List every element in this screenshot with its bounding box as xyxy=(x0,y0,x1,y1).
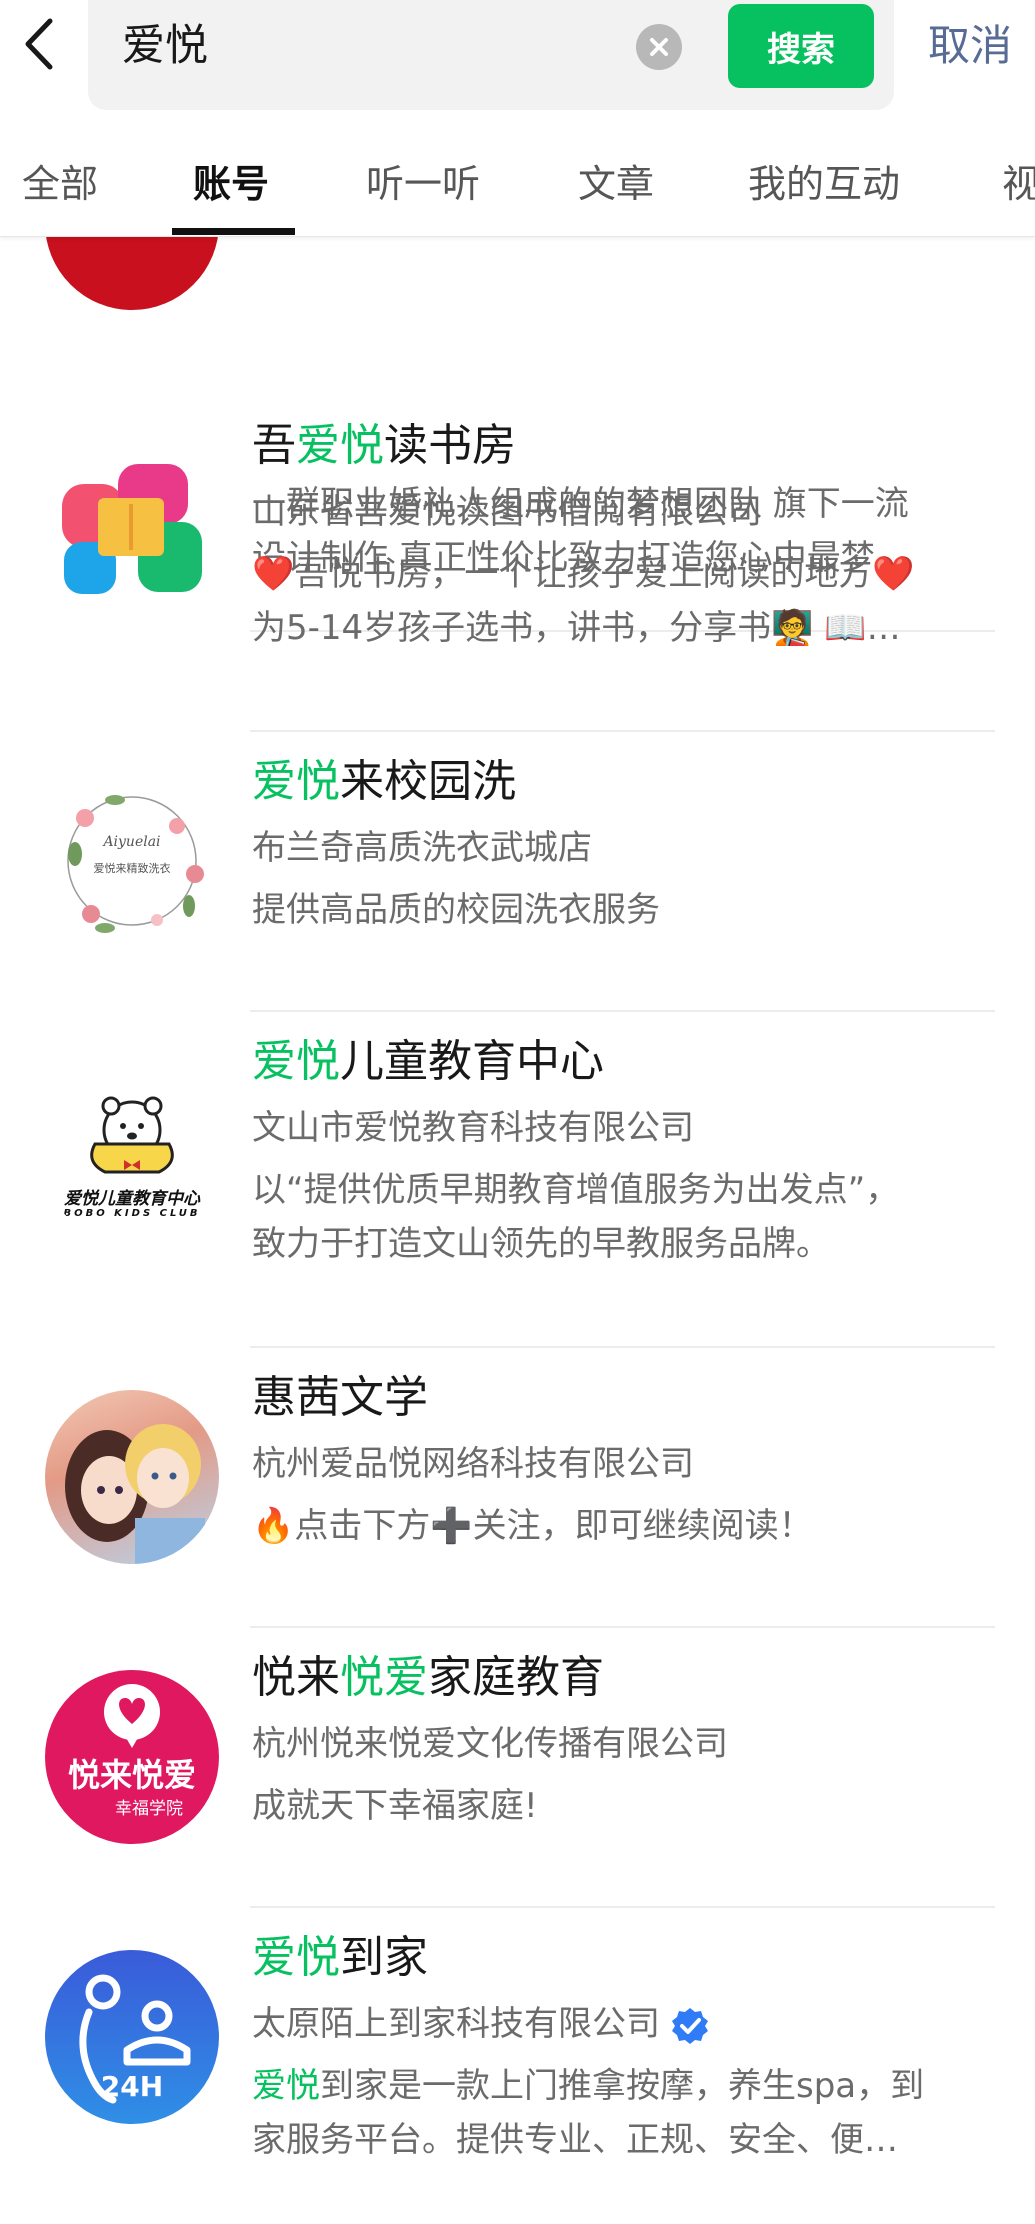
account-description-line: 🔥点击下方➕关注，即可继续阅读！ xyxy=(252,1506,813,1546)
account-name: 惠茜文学 xyxy=(252,1366,428,1430)
account-description-line: ❤️吾悦书房，一个让孩子爱上阅读的地方❤️ xyxy=(252,554,915,594)
account-name-part: 来校园洗 xyxy=(340,756,516,807)
tab-articles[interactable]: 文章 xyxy=(578,156,654,212)
account-company: 太原陌上到家科技有限公司 xyxy=(252,1998,710,2050)
book-logo-icon xyxy=(62,464,202,594)
search-bar: 爱悦 搜索 取消 xyxy=(0,0,1035,132)
account-avatar xyxy=(45,1390,219,1564)
account-name-part: 悦来 xyxy=(252,1652,340,1703)
account-description-line: 爱悦到家是一款上门推拿按摩，养生spa，到 xyxy=(252,2059,992,2113)
back-arrow-icon xyxy=(25,18,53,70)
account-description-line: 为5-14岁孩子选书，讲书，分享书🧑‍🏫 📖… xyxy=(252,608,901,648)
account-description: 成就天下幸福家庭! xyxy=(252,1779,992,1833)
cancel-button[interactable]: 取消 xyxy=(928,14,1012,78)
account-name-part: 惠茜文学 xyxy=(252,1372,428,1423)
avatar-logo-text: 幸福学院 xyxy=(115,1799,183,1819)
back-button[interactable] xyxy=(14,12,64,76)
account-name: 悦来悦爱家庭教育 xyxy=(252,1646,604,1710)
account-name: 爱悦儿童教育中心 xyxy=(252,1030,604,1094)
search-query-text: 爱悦 xyxy=(122,21,208,71)
bear-logo-icon xyxy=(90,1096,174,1174)
search-button[interactable]: 搜索 xyxy=(728,4,874,88)
account-company: 杭州爱品悦网络科技有限公司 xyxy=(252,1444,694,1484)
account-description: ❤️吾悦书房，一个让孩子爱上阅读的地方❤️ 为5-14岁孩子选书，讲书，分享书🧑… xyxy=(252,547,992,655)
avatar-logo-text: Aiyuelai xyxy=(103,834,161,850)
account-name-highlight: 爱悦 xyxy=(252,1932,340,1983)
account-name: 吾爱悦读书房 xyxy=(252,414,516,478)
tab-accounts[interactable]: 账号 xyxy=(193,156,269,212)
account-result-item[interactable]: 惠茜文学 杭州爱品悦网络科技有限公司 🔥点击下方➕关注，即可继续阅读！ xyxy=(0,1348,1035,1628)
account-company-text: 太原陌上到家科技有限公司 xyxy=(252,2004,660,2044)
account-company: 布兰奇高质洗衣武城店 xyxy=(252,828,592,868)
account-result-item[interactable]: 24H 爱悦到家 太原陌上到家科技有限公司 爱悦到家是一款上门推拿按摩，养生sp… xyxy=(0,1908,1035,2224)
account-result-item[interactable]: 吾爱悦读书房 山东省吾爱悦读图书借阅有限公司 ❤️吾悦书房，一个让孩子爱上阅读的… xyxy=(0,396,1035,732)
account-description-line: 家服务平台。提供专业、正规、安全、便… xyxy=(252,2120,898,2160)
account-description: 以“提供优质早期教育增值服务为出发点”， 致力于打造文山领先的早教服务品牌。 xyxy=(252,1163,992,1271)
account-name-part: 读书房 xyxy=(384,420,516,471)
account-name: 爱悦来校园洗 xyxy=(252,750,516,814)
account-avatar xyxy=(58,454,206,602)
description-highlight: 爱悦 xyxy=(252,2066,320,2106)
avatar-logo-text: 24H xyxy=(100,2070,164,2103)
account-name-part: 儿童教育中心 xyxy=(340,1036,604,1087)
account-description: 🔥点击下方➕关注，即可继续阅读！ xyxy=(252,1499,992,1553)
tab-video[interactable]: 视 xyxy=(1002,156,1035,212)
account-name-highlight: 爱悦 xyxy=(252,756,340,807)
avatar-logo-text: 悦来悦爱 xyxy=(67,1756,196,1794)
account-description-line: 以“提供优质早期教育增值服务为出发点”， xyxy=(252,1170,900,1210)
account-company: 杭州悦来悦爱文化传播有限公司 xyxy=(252,1724,728,1764)
account-result-item[interactable]: 爱悦儿童教育中心 BOBO KIDS CLUB 爱悦儿童教育中心 文山市爱悦教育… xyxy=(0,1012,1035,1348)
avatar-logo-text: 爱悦来精致洗衣 xyxy=(93,862,171,875)
clear-search-button[interactable] xyxy=(636,24,682,70)
account-description-line: 提供高品质的校园洗衣服务 xyxy=(252,890,660,930)
account-name-highlight: 爱悦 xyxy=(296,420,384,471)
avatar-logo-text: 爱悦儿童教育中心 xyxy=(64,1189,200,1209)
account-avatar: 悦来悦爱 幸福学院 xyxy=(45,1670,219,1844)
account-company: 文山市爱悦教育科技有限公司 xyxy=(252,1108,694,1148)
account-name-part: 家庭教育 xyxy=(428,1652,604,1703)
account-avatar xyxy=(45,236,219,310)
description-text: 到家是一款上门推拿按摩，养生spa，到 xyxy=(320,2066,925,2106)
account-avatar: 爱悦儿童教育中心 BOBO KIDS CLUB xyxy=(45,1072,219,1246)
active-tab-indicator xyxy=(172,228,295,235)
account-company: 山东省吾爱悦读图书借阅有限公司 xyxy=(252,492,762,532)
account-result-item[interactable]: 悦来悦爱 幸福学院 悦来悦爱家庭教育 杭州悦来悦爱文化传播有限公司 成就天下幸福… xyxy=(0,1628,1035,1908)
tab-all[interactable]: 全部 xyxy=(22,156,98,212)
avatar-logo-text: BOBO KIDS CLUB xyxy=(63,1208,201,1219)
tab-listen[interactable]: 听一听 xyxy=(366,156,480,212)
account-name: 爱悦到家 xyxy=(252,1926,428,1990)
account-avatar: Aiyuelai 爱悦来精致洗衣 xyxy=(45,774,219,948)
verified-icon xyxy=(672,2007,708,2044)
anime-characters-icon xyxy=(65,1424,205,1564)
account-description-line: 成就天下幸福家庭! xyxy=(252,1786,538,1826)
account-description-line: 致力于打造文山领先的早教服务品牌。 xyxy=(252,1224,830,1264)
search-results-page: 爱悦 搜索 取消 全部 账号 听一听 文章 我的互动 视 一群职业婚礼人组成的的… xyxy=(0,0,1035,2224)
account-name-part: 到家 xyxy=(340,1932,428,1983)
account-avatar: 24H xyxy=(45,1950,219,2124)
account-results-list: 一群职业婚礼人组成的的梦想团队 旗下一流 设计制作 真正性价比致力打造您心中最梦… xyxy=(0,236,1035,2224)
account-name-part: 吾 xyxy=(252,420,296,471)
account-description: 爱悦到家是一款上门推拿按摩，养生spa，到 家服务平台。提供专业、正规、安全、便… xyxy=(252,2059,992,2167)
tab-my-interactions[interactable]: 我的互动 xyxy=(748,156,900,212)
account-description: 提供高品质的校园洗衣服务 xyxy=(252,883,992,937)
category-tabs: 全部 账号 听一听 文章 我的互动 视 xyxy=(0,132,1035,237)
account-name-highlight: 爱悦 xyxy=(252,1036,340,1087)
account-name-highlight: 悦爱 xyxy=(340,1652,428,1703)
account-result-item[interactable]: Aiyuelai 爱悦来精致洗衣 爱悦来校园洗 布兰奇高质洗衣武城店 提供高品质… xyxy=(0,732,1035,1012)
clear-icon xyxy=(650,38,668,56)
